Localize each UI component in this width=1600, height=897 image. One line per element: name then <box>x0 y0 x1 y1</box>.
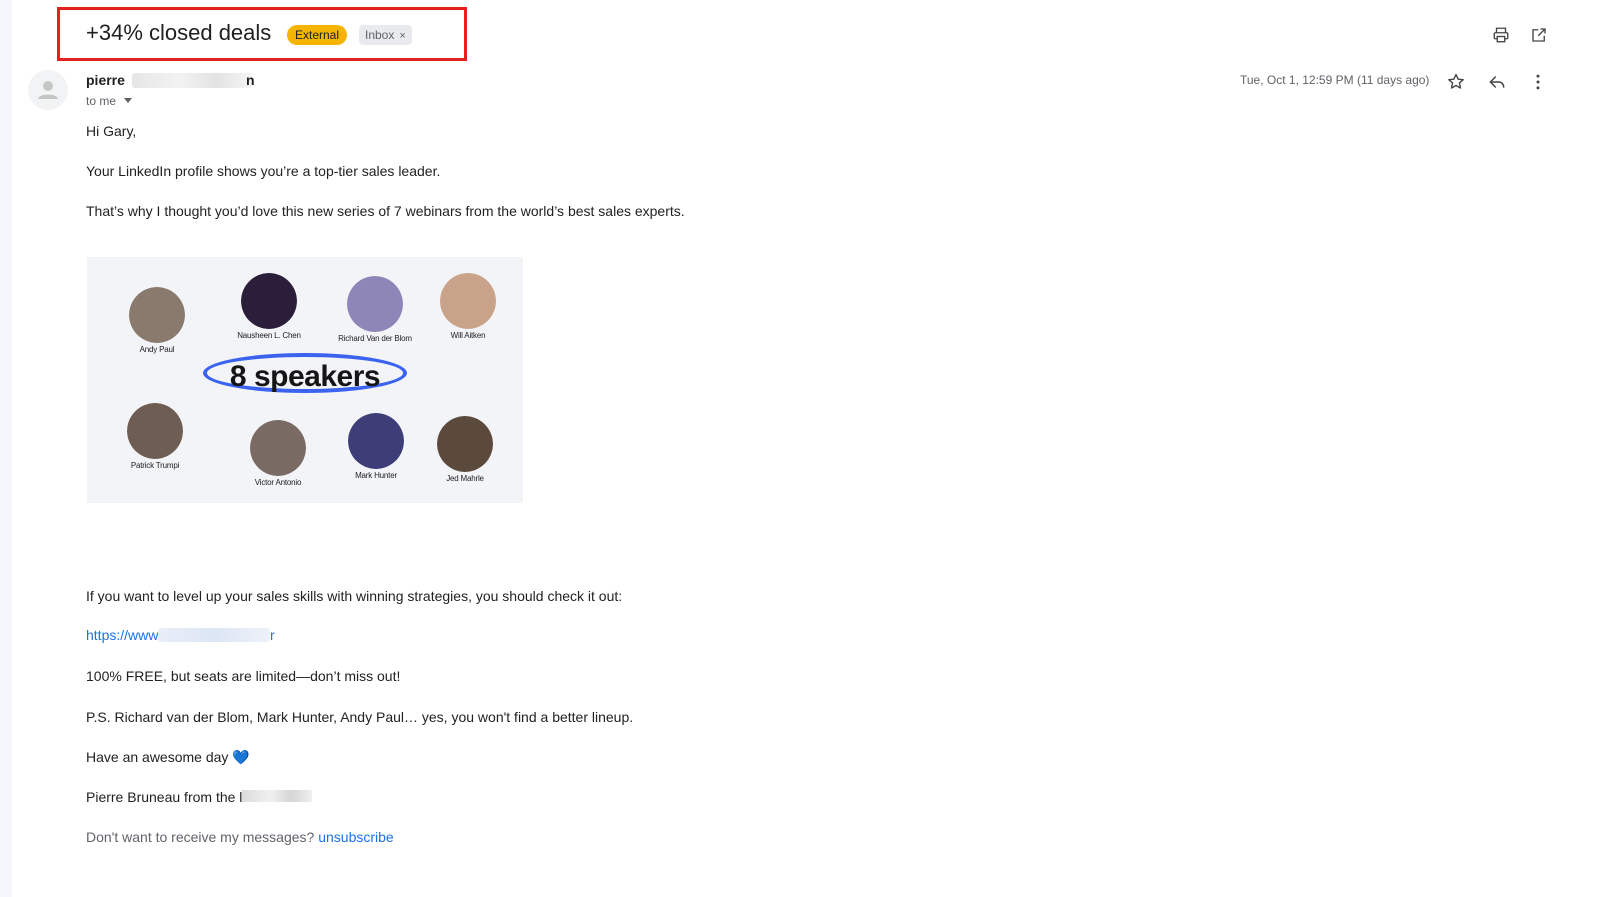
speaker-photo-graphic <box>250 420 306 476</box>
speaker-photo <box>437 416 493 472</box>
speaker-photo <box>127 403 183 459</box>
left-rail <box>0 0 12 897</box>
speaker-will-aitken: Will Aitken <box>408 273 523 340</box>
speaker-photo-graphic <box>348 413 404 469</box>
body-paragraph-2: That’s why I thought you’d love this new… <box>86 203 685 219</box>
signature: Pierre Bruneau from the le <box>86 789 251 805</box>
speaker-photo-graphic <box>241 273 297 329</box>
recipient-summary[interactable]: to me <box>86 94 116 108</box>
speaker-photo-graphic <box>440 273 496 329</box>
speaker-patrick-trumpi: Patrick Trumpi <box>95 403 215 470</box>
footer-line: Don't want to receive my messages? unsub… <box>86 829 394 845</box>
redacted-signature <box>242 790 312 802</box>
sign-off-text: Have an awesome day <box>86 749 229 765</box>
speaker-name: Will Aitken <box>450 331 486 340</box>
speaker-andy-paul: Andy Paul <box>97 287 217 354</box>
redacted-link <box>158 628 270 642</box>
footer-text: Don't want to receive my messages? <box>86 829 315 845</box>
email-date: Tue, Oct 1, 12:59 PM (11 days ago) <box>1240 73 1430 87</box>
speaker-name: Andy Paul <box>139 345 175 354</box>
sign-off: Have an awesome day 💙 <box>86 749 250 766</box>
print-icon[interactable] <box>1492 26 1510 44</box>
remove-label-icon[interactable]: × <box>399 30 405 42</box>
reply-icon[interactable] <box>1487 72 1507 92</box>
star-icon[interactable] <box>1446 72 1466 92</box>
sender-name[interactable]: pierre <box>86 72 125 88</box>
speaker-name: Nausheen L. Chen <box>237 331 301 340</box>
label-inbox-text: Inbox <box>365 28 395 42</box>
email-subject: +34% closed deals <box>86 20 272 45</box>
speaker-name: Patrick Trumpi <box>130 461 180 470</box>
speaker-photo-graphic <box>437 416 493 472</box>
person-icon <box>38 81 58 99</box>
blue-heart-icon: 💙 <box>232 749 250 765</box>
promo-headline: 8 speakers <box>229 360 381 393</box>
speaker-nausheen-chen: Nausheen L. Chen <box>209 273 329 340</box>
speaker-photo <box>129 287 185 343</box>
redacted-sender <box>132 73 252 88</box>
label-external: External <box>287 25 348 45</box>
speaker-jed-mahrle: Jed Mahrle <box>405 416 523 483</box>
chevron-down-icon[interactable] <box>124 98 132 103</box>
speaker-name: Jed Mahrle <box>446 474 484 483</box>
body-paragraph-1: Your LinkedIn profile shows you’re a top… <box>86 163 441 179</box>
webinar-link[interactable]: https://www. <box>86 627 161 643</box>
sender-name-tail: n <box>246 72 255 88</box>
promo-image[interactable]: Andy Paul Nausheen L. Chen Richard Van d… <box>87 257 523 503</box>
sender-avatar[interactable] <box>28 70 68 110</box>
label-inbox[interactable]: Inbox × <box>359 25 412 45</box>
speaker-photo-graphic <box>347 276 403 332</box>
greeting: Hi Gary, <box>86 123 137 139</box>
webinar-link-tail[interactable]: r <box>270 627 275 643</box>
speaker-photo-graphic <box>129 287 185 343</box>
body-paragraph-3: If you want to level up your sales skill… <box>86 588 623 604</box>
body-paragraph-4: 100% FREE, but seats are limited—don’t m… <box>86 668 401 684</box>
speaker-photo-graphic <box>127 403 183 459</box>
body-paragraph-5: P.S. Richard van der Blom, Mark Hunter, … <box>86 709 634 725</box>
open-in-new-window-icon[interactable] <box>1530 26 1548 44</box>
more-vert-icon[interactable] <box>1528 72 1548 92</box>
speaker-photo <box>440 273 496 329</box>
speaker-photo <box>250 420 306 476</box>
speaker-photo <box>347 276 403 332</box>
speaker-photo <box>348 413 404 469</box>
unsubscribe-link[interactable]: unsubscribe <box>318 829 394 845</box>
speaker-photo <box>241 273 297 329</box>
